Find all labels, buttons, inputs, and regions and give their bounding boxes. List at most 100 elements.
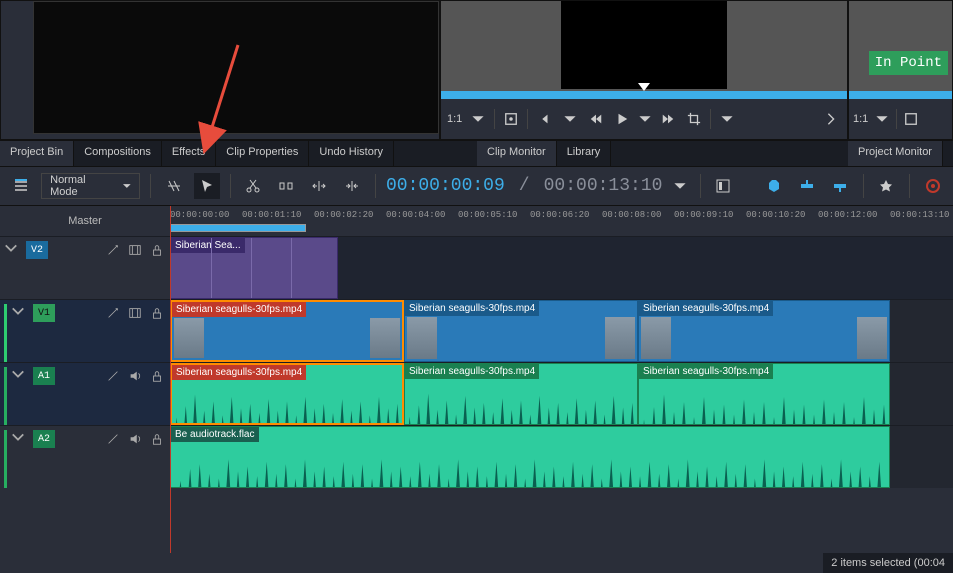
timecode-duration: 00:00:13:10	[544, 176, 663, 196]
tab-sp[interactable]: Sp	[943, 141, 953, 166]
ruler-tick: 00:00:01:10	[242, 210, 301, 220]
clip-a1-1[interactable]: Siberian seagulls-30fps.mp4	[404, 363, 638, 425]
ruler-tick: 00:00:12:00	[818, 210, 877, 220]
fit-zoom-icon[interactable]	[307, 173, 332, 199]
bin-preview	[33, 1, 439, 134]
set-zone-icon[interactable]	[501, 109, 521, 129]
clip-v1-0[interactable]: Siberian seagulls-30fps.mp4	[170, 300, 404, 362]
monitor-playhead-icon[interactable]	[638, 83, 650, 91]
tab-compositions[interactable]: Compositions	[74, 141, 162, 166]
clip-a1-0[interactable]: Siberian seagulls-30fps.mp4	[170, 363, 404, 425]
mute-track-icon[interactable]	[126, 367, 144, 385]
lock-track-icon[interactable]	[148, 241, 166, 259]
zoom-dropdown-icon[interactable]	[468, 109, 488, 129]
crop-icon[interactable]	[684, 109, 704, 129]
set-zone-right-icon[interactable]	[901, 109, 921, 129]
play-icon[interactable]	[612, 109, 632, 129]
insert-zone-icon[interactable]	[340, 173, 365, 199]
track-header-v1[interactable]: V1	[0, 300, 170, 362]
favorite-icon[interactable]	[874, 173, 899, 199]
monitor-timeline[interactable]	[441, 91, 847, 99]
clip-a1-2[interactable]: Siberian seagulls-30fps.mp4	[638, 363, 890, 425]
mixer-icon[interactable]	[711, 173, 736, 199]
clip-label: Siberian Sea...	[171, 238, 245, 253]
tab-effects[interactable]: Effects	[162, 141, 216, 166]
clip-a2-0[interactable]: Be audiotrack.flac	[170, 426, 890, 488]
track-a1: A1 Siberian seagulls-30fps.mp4 Siberian …	[0, 362, 953, 425]
track-content-v1[interactable]: Siberian seagulls-30fps.mp4 Siberian sea…	[170, 300, 953, 362]
marker-2-icon[interactable]	[795, 173, 820, 199]
timeline-ruler[interactable]: 00:00:00:00 00:00:01:10 00:00:02:20 00:0…	[170, 206, 953, 236]
crop-dropdown-icon[interactable]	[717, 109, 737, 129]
zoom-ratio-right[interactable]: 1:1	[853, 113, 868, 125]
tab-clip-monitor[interactable]: Clip Monitor	[477, 141, 557, 166]
track-content-a1[interactable]: Siberian seagulls-30fps.mp4 Siberian sea…	[170, 363, 953, 425]
tab-library[interactable]: Library	[557, 141, 612, 166]
play-dropdown-icon[interactable]	[638, 109, 652, 129]
lock-track-icon[interactable]	[148, 367, 166, 385]
right-monitor-timeline[interactable]	[849, 91, 952, 99]
effects-track-icon[interactable]	[104, 367, 122, 385]
track-a2: A2 Be audiotrack.flac	[0, 425, 953, 488]
edit-mode-dropdown[interactable]: Normal Mode	[41, 173, 140, 199]
clip-v1-1[interactable]: Siberian seagulls-30fps.mp4	[404, 300, 638, 362]
zoom-dropdown-right-icon[interactable]	[872, 109, 892, 129]
rewind-icon[interactable]	[586, 109, 606, 129]
timecode-current[interactable]: 00:00:00:09	[386, 176, 505, 196]
clip-monitor-preview[interactable]	[561, 1, 727, 89]
track-v2: V2 Siberian Sea...	[0, 236, 953, 299]
marker-1-icon[interactable]	[762, 173, 787, 199]
track-compositing-icon[interactable]	[161, 173, 186, 199]
ruler-tick: 00:00:09:10	[674, 210, 733, 220]
film-track-icon[interactable]	[126, 304, 144, 322]
effects-track-icon[interactable]	[104, 241, 122, 259]
clip-label: Siberian seagulls-30fps.mp4	[405, 301, 539, 316]
ruler-tick: 00:00:00:00	[170, 210, 229, 220]
effects-track-icon[interactable]	[104, 304, 122, 322]
clip-v1-2[interactable]: Siberian seagulls-30fps.mp4	[638, 300, 890, 362]
clip-v2-0[interactable]: Siberian Sea...	[170, 237, 338, 299]
selection-tool-icon[interactable]	[194, 173, 219, 199]
collapse-track-icon[interactable]	[11, 430, 29, 447]
lock-track-icon[interactable]	[148, 430, 166, 448]
tab-clip-properties[interactable]: Clip Properties	[216, 141, 309, 166]
collapse-track-icon[interactable]	[4, 241, 22, 258]
clip-label: Siberian seagulls-30fps.mp4	[172, 365, 306, 380]
forward-icon[interactable]	[658, 109, 678, 129]
tab-project-bin[interactable]: Project Bin	[0, 141, 74, 166]
clip-label: Siberian seagulls-30fps.mp4	[639, 301, 773, 316]
menu-icon[interactable]	[8, 173, 33, 199]
timeline-zone[interactable]	[170, 224, 306, 232]
track-header-a1[interactable]: A1	[0, 363, 170, 425]
collapse-track-icon[interactable]	[11, 367, 29, 384]
prev-point-icon[interactable]	[534, 109, 554, 129]
clip-label: Siberian seagulls-30fps.mp4	[405, 364, 539, 379]
film-track-icon[interactable]	[126, 241, 144, 259]
track-content-a2[interactable]: Be audiotrack.flac	[170, 426, 953, 488]
track-content-v2[interactable]: Siberian Sea...	[170, 237, 953, 299]
mute-track-icon[interactable]	[126, 430, 144, 448]
more-right-icon[interactable]	[821, 109, 841, 129]
zoom-ratio[interactable]: 1:1	[447, 113, 462, 125]
tab-undo-history[interactable]: Undo History	[309, 141, 394, 166]
timecode-dropdown-icon[interactable]	[670, 176, 689, 196]
render-icon[interactable]	[920, 173, 945, 199]
razor-tool-icon[interactable]	[241, 173, 266, 199]
project-monitor-pane: In Point 1:1	[848, 0, 953, 140]
spacer-tool-icon[interactable]	[274, 173, 299, 199]
ruler-tick: 00:00:05:10	[458, 210, 517, 220]
panel-tabs: Project Bin Compositions Effects Clip Pr…	[0, 140, 953, 166]
collapse-track-icon[interactable]	[11, 304, 29, 321]
prev-chevron-icon[interactable]	[560, 109, 580, 129]
master-label[interactable]: Master	[0, 206, 170, 236]
clip-label: Siberian seagulls-30fps.mp4	[639, 364, 773, 379]
lock-track-icon[interactable]	[148, 304, 166, 322]
marker-3-icon[interactable]	[828, 173, 853, 199]
ruler-tick: 00:00:10:20	[746, 210, 805, 220]
track-header-a2[interactable]: A2	[0, 426, 170, 488]
effects-track-icon[interactable]	[104, 430, 122, 448]
tab-project-monitor[interactable]: Project Monitor	[848, 141, 943, 166]
track-header-v2[interactable]: V2	[0, 237, 170, 299]
timecode-separator: /	[519, 176, 530, 196]
timeline-toolbar: Normal Mode 00:00:00:09 / 00:00:13:10	[0, 166, 953, 206]
